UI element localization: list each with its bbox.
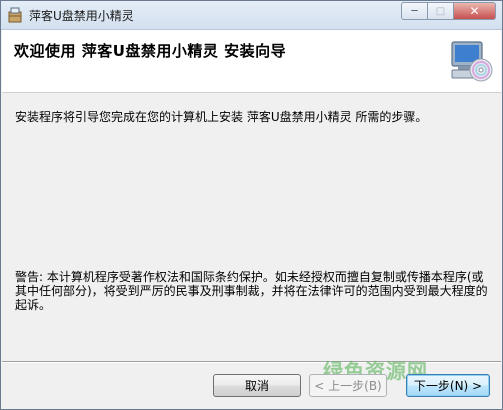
- close-button[interactable]: ✕: [453, 2, 496, 20]
- minimize-button[interactable]: ─: [401, 2, 427, 20]
- minimize-icon: ─: [411, 5, 418, 17]
- cancel-button[interactable]: 取消: [213, 374, 301, 397]
- copyright-warning: 警告: 本计算机程序受著作权法和国际条约保护。如未经授权而擅自复制或传播本程序(…: [15, 270, 488, 312]
- installer-window: 萍客U盘禁用小精灵 ─ □ ✕ 欢迎使用 萍客U盘禁用小精灵 安装向导 安装程序…: [0, 0, 503, 410]
- next-button[interactable]: 下一步(N) >: [406, 374, 490, 397]
- installer-box-icon: [8, 7, 22, 23]
- title-bar[interactable]: 萍客U盘禁用小精灵 ─ □ ✕: [1, 1, 502, 30]
- wizard-title: 欢迎使用 萍客U盘禁用小精灵 安装向导: [14, 42, 287, 60]
- maximize-icon: □: [435, 5, 446, 17]
- close-icon: ✕: [469, 4, 480, 18]
- computer-cd-icon: [451, 41, 493, 82]
- window-title: 萍客U盘禁用小精灵: [29, 9, 134, 23]
- wizard-header: 欢迎使用 萍客U盘禁用小精灵 安装向导: [2, 30, 501, 93]
- maximize-button[interactable]: □: [427, 2, 453, 20]
- back-button[interactable]: < 上一步(B): [309, 374, 387, 397]
- caption-buttons: ─ □ ✕: [401, 2, 496, 21]
- intro-text: 安装程序将引导您完成在您的计算机上安装 萍客U盘禁用小精灵 所需的步骤。: [15, 110, 428, 124]
